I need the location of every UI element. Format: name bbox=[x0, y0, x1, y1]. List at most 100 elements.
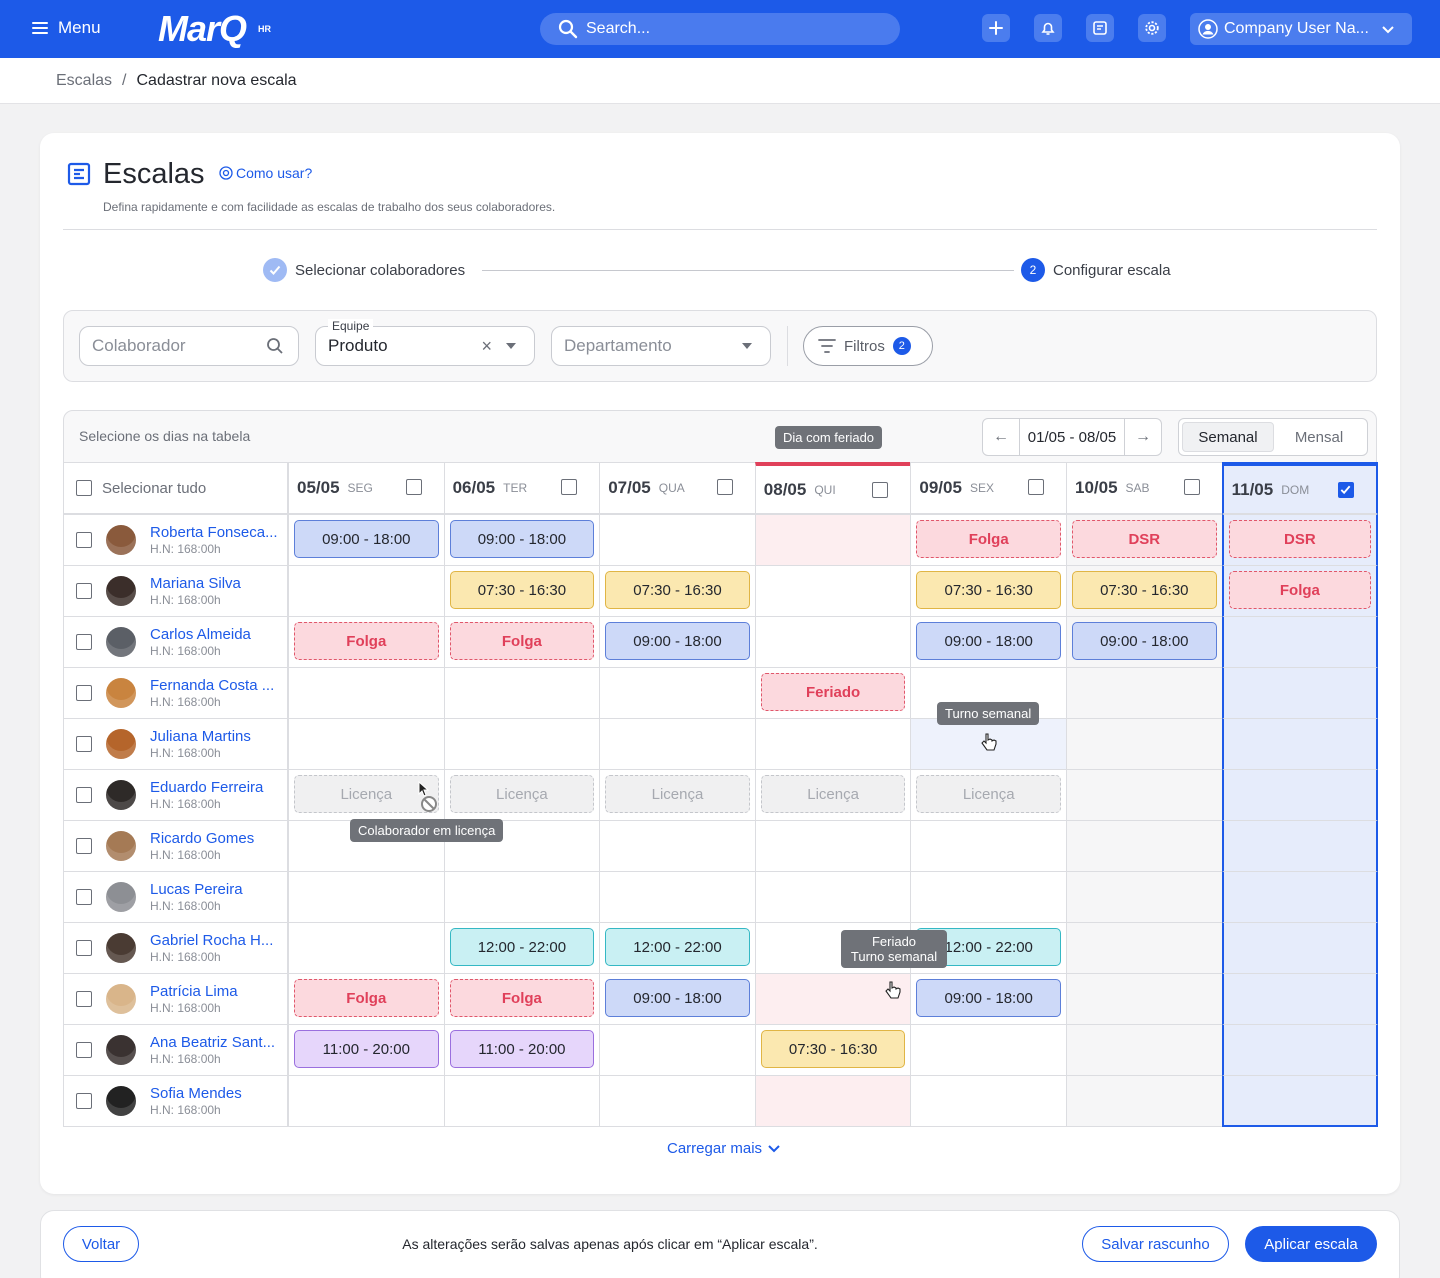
day-checkbox[interactable] bbox=[872, 482, 889, 498]
shift-chip[interactable]: 09:00 - 18:00 bbox=[449, 520, 595, 558]
schedule-cell[interactable] bbox=[1221, 973, 1379, 1025]
row-checkbox[interactable] bbox=[76, 838, 92, 854]
user-menu-button[interactable]: Company User Na... bbox=[1190, 13, 1412, 45]
schedule-cell[interactable] bbox=[1066, 1024, 1223, 1076]
collaborator-search-input[interactable]: Colaborador bbox=[79, 326, 299, 366]
collaborator-name[interactable]: Eduardo Ferreira bbox=[150, 779, 263, 797]
schedule-cell[interactable] bbox=[599, 718, 756, 770]
shift-chip[interactable]: 07:30 - 16:30 bbox=[605, 571, 750, 609]
schedule-cell[interactable]: Licença bbox=[754, 769, 912, 821]
schedule-cell[interactable] bbox=[443, 871, 601, 923]
collaborator-name[interactable]: Mariana Silva bbox=[150, 575, 241, 593]
schedule-cell[interactable] bbox=[1066, 922, 1223, 974]
row-checkbox[interactable] bbox=[76, 1093, 92, 1109]
collaborator-name[interactable]: Ricardo Gomes bbox=[150, 830, 254, 848]
schedule-cell[interactable] bbox=[288, 922, 445, 974]
shift-chip[interactable]: 07:30 - 16:30 bbox=[449, 571, 595, 609]
view-monthly-button[interactable]: Mensal bbox=[1274, 422, 1364, 452]
schedule-cell[interactable] bbox=[599, 1075, 756, 1127]
schedule-cell[interactable] bbox=[1221, 1024, 1379, 1076]
schedule-cell[interactable] bbox=[599, 871, 756, 923]
schedule-cell[interactable]: Licença bbox=[443, 769, 601, 821]
shift-chip[interactable]: Licença bbox=[760, 775, 906, 813]
filters-button[interactable]: Filtros 2 bbox=[803, 326, 933, 366]
schedule-cell[interactable] bbox=[1221, 1075, 1379, 1127]
apply-schedule-button[interactable]: Aplicar escala bbox=[1245, 1226, 1377, 1262]
schedule-cell[interactable]: 09:00 - 18:00 bbox=[910, 973, 1067, 1025]
schedule-cell[interactable] bbox=[443, 1075, 601, 1127]
schedule-cell[interactable] bbox=[1066, 769, 1223, 821]
day-checkbox[interactable] bbox=[716, 479, 733, 495]
schedule-cell[interactable] bbox=[443, 667, 601, 719]
schedule-cell[interactable] bbox=[1066, 1075, 1223, 1127]
schedule-cell[interactable] bbox=[599, 514, 756, 566]
search-input[interactable]: Search... bbox=[540, 13, 900, 45]
logo[interactable]: MarQ HR bbox=[158, 8, 271, 50]
schedule-cell[interactable]: 11:00 - 20:00 bbox=[288, 1024, 445, 1076]
shift-chip[interactable]: Licença bbox=[449, 775, 595, 813]
schedule-cell[interactable] bbox=[1066, 973, 1223, 1025]
shift-chip[interactable]: Folga bbox=[294, 622, 439, 660]
day-checkbox[interactable] bbox=[1027, 479, 1044, 495]
day-checkbox[interactable] bbox=[1338, 482, 1355, 498]
schedule-cell[interactable]: 09:00 - 18:00 bbox=[599, 973, 756, 1025]
schedule-cell[interactable]: 07:30 - 16:30 bbox=[754, 1024, 912, 1076]
day-header[interactable]: 11/05 DOM bbox=[1221, 462, 1379, 514]
shift-chip[interactable]: Folga bbox=[1228, 571, 1372, 609]
schedule-cell[interactable] bbox=[599, 667, 756, 719]
shift-chip[interactable]: 07:30 - 16:30 bbox=[760, 1030, 906, 1068]
shift-chip[interactable]: Feriado bbox=[760, 673, 906, 711]
schedule-cell[interactable] bbox=[754, 616, 912, 668]
schedule-cell[interactable] bbox=[443, 718, 601, 770]
schedule-cell[interactable]: Folga bbox=[443, 973, 601, 1025]
schedule-cell[interactable]: Folga bbox=[443, 616, 601, 668]
row-checkbox[interactable] bbox=[76, 634, 92, 650]
row-checkbox[interactable] bbox=[76, 736, 92, 752]
schedule-cell[interactable]: 12:00 - 22:00 bbox=[599, 922, 756, 974]
collaborator-name[interactable]: Gabriel Rocha H... bbox=[150, 932, 273, 950]
schedule-cell[interactable]: Folga bbox=[1221, 565, 1379, 617]
day-checkbox[interactable] bbox=[405, 479, 422, 495]
schedule-cell[interactable] bbox=[288, 718, 445, 770]
shift-chip[interactable]: 09:00 - 18:00 bbox=[916, 622, 1061, 660]
schedule-cell[interactable] bbox=[288, 565, 445, 617]
schedule-cell[interactable] bbox=[1066, 667, 1223, 719]
shift-chip[interactable]: Folga bbox=[449, 622, 595, 660]
clear-icon[interactable]: × bbox=[481, 336, 492, 357]
schedule-cell[interactable]: 09:00 - 18:00 bbox=[1066, 616, 1223, 668]
prev-week-arrow-icon[interactable]: ← bbox=[983, 419, 1019, 455]
schedule-cell[interactable] bbox=[910, 820, 1067, 872]
schedule-cell[interactable] bbox=[1221, 871, 1379, 923]
breadcrumb-parent[interactable]: Escalas bbox=[56, 72, 112, 90]
schedule-cell[interactable]: 07:30 - 16:30 bbox=[1066, 565, 1223, 617]
schedule-cell[interactable]: Licença bbox=[910, 769, 1067, 821]
shift-chip[interactable]: Licença bbox=[605, 775, 750, 813]
schedule-cell[interactable] bbox=[754, 514, 912, 566]
select-all-checkbox[interactable] bbox=[76, 480, 92, 496]
schedule-cell[interactable]: 07:30 - 16:30 bbox=[910, 565, 1067, 617]
day-header[interactable]: 10/05 SAB bbox=[1066, 462, 1223, 514]
schedule-cell[interactable] bbox=[599, 820, 756, 872]
step-configure-schedule[interactable]: 2 Configurar escala bbox=[1021, 258, 1171, 282]
schedule-cell[interactable] bbox=[1066, 718, 1223, 770]
shift-chip[interactable]: Folga bbox=[449, 979, 595, 1017]
shift-chip[interactable]: Folga bbox=[294, 979, 439, 1017]
row-checkbox[interactable] bbox=[76, 532, 92, 548]
schedule-cell[interactable] bbox=[754, 1075, 912, 1127]
schedule-cell[interactable] bbox=[288, 667, 445, 719]
schedule-cell[interactable] bbox=[754, 718, 912, 770]
schedule-cell[interactable]: Folga bbox=[288, 973, 445, 1025]
schedule-cell[interactable]: Folga bbox=[288, 616, 445, 668]
row-checkbox[interactable] bbox=[76, 991, 92, 1007]
schedule-cell[interactable] bbox=[910, 1024, 1067, 1076]
shift-chip[interactable]: Licença bbox=[294, 775, 439, 813]
step-select-collaborators[interactable]: Selecionar colaboradores bbox=[263, 258, 465, 282]
day-checkbox[interactable] bbox=[561, 479, 578, 495]
shift-chip[interactable]: 07:30 - 16:30 bbox=[916, 571, 1061, 609]
schedule-cell[interactable] bbox=[910, 1075, 1067, 1127]
row-checkbox[interactable] bbox=[76, 685, 92, 701]
shift-chip[interactable]: 11:00 - 20:00 bbox=[449, 1030, 595, 1068]
row-checkbox[interactable] bbox=[76, 787, 92, 803]
shift-chip[interactable]: 09:00 - 18:00 bbox=[1072, 622, 1217, 660]
save-draft-button[interactable]: Salvar rascunho bbox=[1082, 1226, 1229, 1262]
